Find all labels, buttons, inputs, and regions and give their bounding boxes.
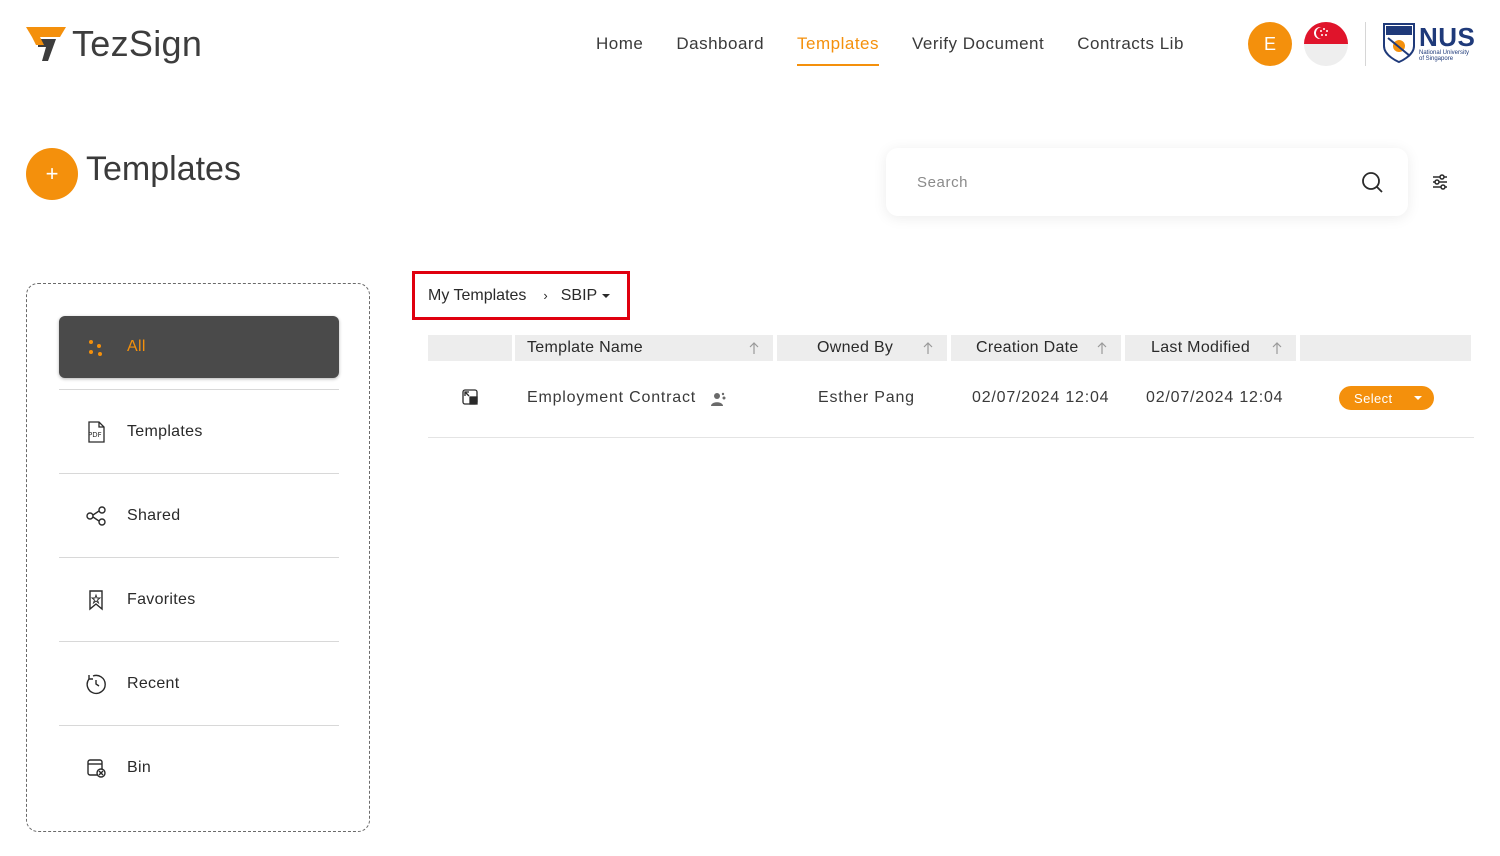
filter-settings-icon[interactable]	[1430, 172, 1450, 192]
owned-by-cell: Esther Pang	[818, 389, 915, 406]
sidebar-item-favorites[interactable]: Favorites	[59, 569, 339, 631]
column-header-icon	[428, 335, 512, 361]
template-name-cell[interactable]: Employment Contract	[527, 388, 696, 408]
nav-templates[interactable]: Templates	[797, 24, 880, 66]
user-avatar[interactable]: E	[1248, 22, 1292, 66]
sidebar-item-label: Shared	[127, 507, 181, 524]
dots-icon	[85, 336, 107, 358]
sidebar-divider	[59, 641, 339, 642]
header-divider	[1365, 22, 1366, 66]
sidebar-divider	[59, 473, 339, 474]
nav-home[interactable]: Home	[596, 24, 643, 66]
column-header-label: Owned By	[817, 339, 894, 356]
select-button-label: Select	[1354, 390, 1393, 406]
caret-down-icon	[602, 294, 611, 298]
sort-arrow-up-icon[interactable]	[1272, 341, 1282, 355]
sidebar-divider	[59, 389, 339, 390]
org-subtitle-2: of Singapore	[1419, 56, 1454, 62]
caret-down-icon	[1413, 396, 1422, 400]
sidebar-item-recent[interactable]: Recent	[59, 653, 339, 715]
column-header-label: Last Modified	[1151, 339, 1251, 356]
search-input[interactable]	[917, 173, 1360, 191]
top-nav: Home Dashboard Templates Verify Document…	[596, 24, 1217, 68]
breadcrumb-root[interactable]: My Templates	[428, 287, 526, 305]
last-modified-cell: 02/07/2024 12:04	[1146, 389, 1284, 406]
sidebar-item-label: Recent	[127, 675, 180, 692]
history-icon	[85, 673, 107, 695]
breadcrumb-current: SBIP	[560, 286, 598, 304]
bin-icon	[85, 757, 107, 779]
nav-contracts-lib[interactable]: Contracts Lib	[1077, 24, 1184, 66]
template-preview-icon[interactable]	[461, 388, 479, 406]
org-logo: NUS National University of Singapore	[1382, 22, 1475, 64]
svg-text:PDF: PDF	[88, 431, 102, 439]
sidebar-item-shared[interactable]: Shared	[59, 485, 339, 547]
column-header-label: Creation Date	[976, 339, 1079, 356]
sidebar-item-templates[interactable]: PDF Templates	[59, 401, 339, 463]
sidebar-item-label: Favorites	[127, 591, 196, 608]
select-dropdown-button[interactable]: Select	[1339, 386, 1434, 410]
column-header-last-modified[interactable]: Last Modified	[1125, 335, 1296, 361]
sidebar-item-label: All	[127, 338, 146, 355]
nav-verify-document[interactable]: Verify Document	[912, 24, 1044, 66]
pdf-icon: PDF	[85, 421, 107, 443]
brand-name: TezSign	[72, 23, 203, 64]
sort-arrow-up-icon[interactable]	[923, 341, 933, 355]
column-header-creation-date[interactable]: Creation Date	[951, 335, 1121, 361]
sidebar-item-bin[interactable]: Bin	[59, 737, 339, 799]
sidebar: All PDF Templates Shared Favorites Recen…	[26, 283, 370, 832]
column-header-template-name[interactable]: Template Name	[515, 335, 773, 361]
shared-users-icon	[711, 392, 726, 406]
sidebar-divider	[59, 557, 339, 558]
search-icon[interactable]	[1360, 170, 1384, 194]
column-header-actions	[1300, 335, 1471, 361]
sidebar-item-label: Bin	[127, 759, 152, 776]
add-template-button[interactable]: +	[26, 148, 78, 200]
row-divider	[428, 437, 1474, 438]
column-header-owned-by[interactable]: Owned By	[777, 335, 947, 361]
app-logo[interactable]: TezSign	[26, 20, 202, 68]
page-title: Templates	[86, 150, 241, 188]
column-header-label: Template Name	[527, 339, 643, 356]
singapore-flag-icon[interactable]	[1304, 22, 1348, 66]
search-bar	[886, 148, 1408, 216]
breadcrumb-folder-dropdown[interactable]: SBIP	[560, 286, 611, 305]
sort-arrow-up-icon[interactable]	[1097, 341, 1107, 355]
tezsign-logo-icon	[26, 27, 66, 61]
share-icon	[85, 505, 107, 527]
creation-date-cell: 02/07/2024 12:04	[972, 389, 1110, 406]
sort-arrow-up-icon[interactable]	[749, 341, 759, 355]
nus-crest-icon	[1383, 23, 1415, 64]
sidebar-item-label: Templates	[127, 423, 203, 440]
bookmark-star-icon	[85, 589, 107, 611]
sidebar-item-all[interactable]: All	[59, 316, 339, 378]
nav-dashboard[interactable]: Dashboard	[676, 24, 764, 66]
breadcrumb: My Templates › SBIP	[412, 271, 630, 320]
sidebar-divider	[59, 725, 339, 726]
org-logo-text: NUS	[1419, 22, 1476, 52]
breadcrumb-separator: ›	[543, 288, 548, 303]
